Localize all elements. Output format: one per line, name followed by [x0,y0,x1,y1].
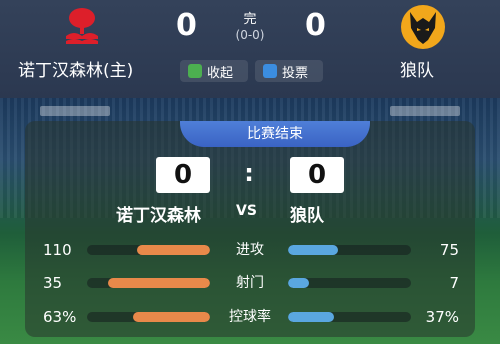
away-stat-value: 37% [425,308,459,326]
stat-label: 控球率 [229,309,271,325]
stadium-light [40,106,110,116]
away-stat-bar [288,278,411,288]
away-stat-fill [288,312,334,322]
home-team-label: 诺丁汉森林 [116,206,201,226]
away-stat-fill [288,278,309,288]
collapse-button[interactable]: 收起 [180,60,248,82]
collapse-icon [188,64,202,78]
home-team-name: 诺丁汉森林(主) [18,61,134,81]
match-ended-banner: 比赛结束 [180,121,370,147]
away-stat-value: 7 [449,274,459,292]
away-stat-bar [288,245,411,255]
home-stat-fill [136,245,210,255]
nottingham-forest-crest-icon [66,8,98,44]
away-score-box: 0 [290,157,344,193]
match-header: 诺丁汉森林(主) 0 完 (0-0) 0 收起 投票 狼队 [0,0,500,98]
away-score: 0 [305,8,326,43]
versus-label: VS [236,203,257,219]
home-stat-value: 110 [43,241,72,259]
stat-row-shots: 35 射门 7 [25,271,475,295]
vote-label: 投票 [282,65,309,81]
home-stat-bar [87,312,210,322]
vote-button[interactable]: 投票 [255,60,323,82]
collapse-label: 收起 [207,65,234,81]
home-stat-fill [132,312,210,322]
stat-row-possession: 63% 控球率 37% [25,305,475,329]
match-status: 完 [243,12,257,27]
halftime-score: (0-0) [235,28,265,42]
home-stat-bar [87,278,210,288]
home-stat-bar [87,245,210,255]
away-stat-value: 75 [439,241,459,259]
score-separator: : [244,159,254,187]
stadium-light [390,106,460,116]
away-stat-bar [288,312,411,322]
home-stat-value: 35 [43,274,63,292]
home-stat-value: 63% [43,308,77,326]
vote-icon [263,64,277,78]
match-result-card: 比赛结束 0 : 0 诺丁汉森林 VS 狼队 110 进攻 75 35 射门 7… [25,121,475,337]
away-stat-fill [288,245,338,255]
away-team-label: 狼队 [290,206,324,226]
stat-label: 进攻 [236,242,264,258]
home-score: 0 [176,8,197,43]
home-score-box: 0 [156,157,210,193]
stat-label: 射门 [236,275,264,291]
stat-row-attack: 110 进攻 75 [25,238,475,262]
wolves-crest-icon [401,5,445,49]
away-team-name: 狼队 [400,61,434,81]
home-stat-fill [107,278,210,288]
